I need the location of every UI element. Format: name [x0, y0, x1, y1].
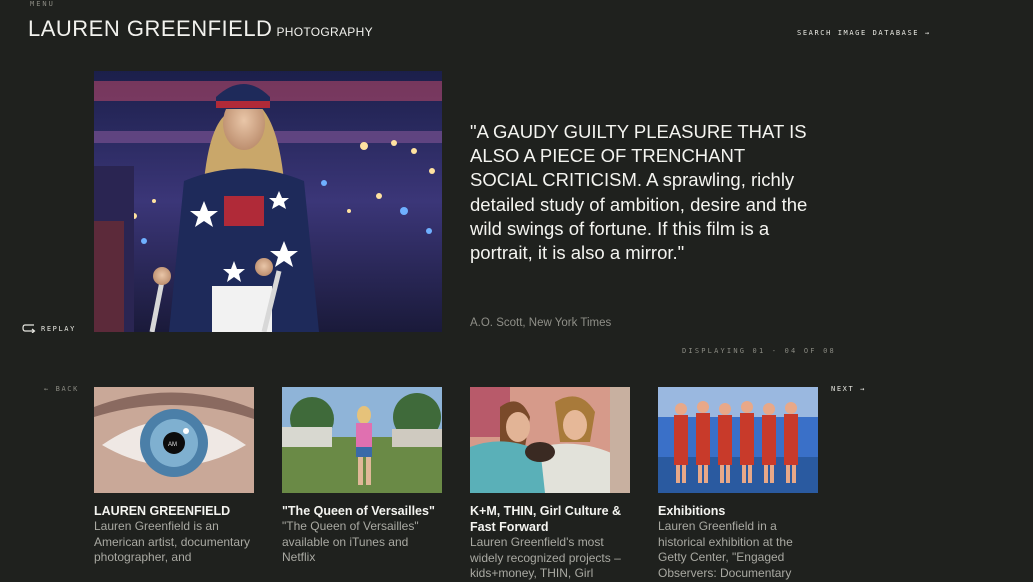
card-thumbnail-eye: AM [94, 387, 254, 493]
card-thumbnail-thin [470, 387, 630, 493]
card-title: LAUREN GREENFIELD [94, 504, 231, 518]
quote-citation: A.O. Scott, New York Times [470, 317, 612, 329]
site-logo[interactable]: LAUREN GREENFIELD PHOTOGRAPHY [28, 16, 373, 42]
carousel-card-exhibitions[interactable]: Exhibitions Lauren Greenfield in a histo… [658, 387, 818, 581]
replay-button[interactable]: REPLAY [22, 323, 76, 335]
card-description: Lauren Greenfield in a historical exhibi… [658, 519, 793, 580]
displaying-count: DISPLAYING 01 - 04 OF 08 [682, 347, 836, 355]
card-title: Exhibitions [658, 504, 726, 518]
carousel-card-thin-girl-culture[interactable]: K+M, THIN, Girl Culture & Fast Forward L… [470, 387, 630, 582]
card-title: K+M, THIN, Girl Culture & Fast Forward [470, 504, 622, 534]
card-thumbnail-versailles [282, 387, 442, 493]
carousel-next-button[interactable]: NEXT → [831, 385, 866, 393]
carousel-card-queen-of-versailles[interactable]: "The Queen of Versailles" "The Queen of … [282, 387, 442, 566]
carousel-back-button[interactable]: ← BACK [44, 385, 79, 393]
carousel-card-greenfield[interactable]: AM LAUREN GREENFIELD Lauren Greenfield i… [94, 387, 254, 566]
search-image-database-link[interactable]: SEARCH IMAGE DATABASE → [797, 29, 931, 37]
brand-name: LAUREN GREENFIELD [28, 16, 273, 41]
card-description: Lauren Greenfield's most widely recogniz… [470, 535, 621, 580]
card-title: "The Queen of Versailles" [282, 504, 435, 518]
card-description: Lauren Greenfield is an American artist,… [94, 519, 251, 564]
hero-image [94, 71, 442, 332]
card-thumbnail-exhibitions [658, 387, 818, 493]
menu-button[interactable]: MENU [30, 0, 55, 8]
featured-quote: "A GAUDY GUILTY PLEASURE THAT IS ALSO A … [470, 121, 808, 264]
card-description: "The Queen of Versailles" available on i… [282, 519, 419, 564]
svg-text:AM: AM [168, 442, 177, 448]
replay-arrow-icon [22, 323, 36, 335]
brand-sub: PHOTOGRAPHY [276, 25, 373, 39]
replay-label: REPLAY [41, 325, 76, 333]
